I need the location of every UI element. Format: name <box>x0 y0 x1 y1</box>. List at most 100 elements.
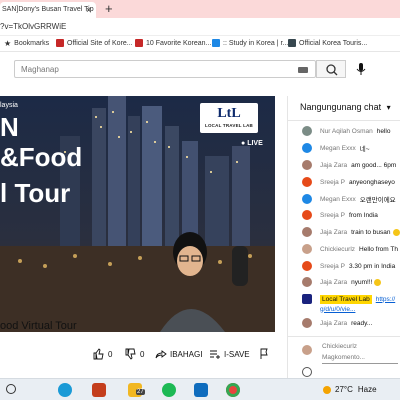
bookmarks-folder[interactable]: ★ Bookmarks <box>4 39 49 48</box>
bookmark-item[interactable]: Official Site of Kore... <box>56 39 133 47</box>
chat-text: nyum!!! <box>351 278 373 286</box>
chat-author[interactable]: Sreeja P <box>320 212 345 219</box>
chat-text: Hello from Th <box>359 245 398 253</box>
chat-message: Jaja Zara nyum!!! <box>302 275 382 289</box>
save-button[interactable]: I-SAVE <box>209 348 250 360</box>
url-text: ?v=TkOlvGRRWiE <box>0 22 67 31</box>
chat-author[interactable]: Nur Aqilah Osman <box>320 128 373 135</box>
bookmark-item[interactable]: 10 Favorite Korean... <box>135 39 211 47</box>
chat-message: Nur Aqilah Osman hello <box>302 124 390 138</box>
bookmark-label: :: Study in Korea | r... <box>223 39 289 47</box>
new-tab-button[interactable]: + <box>105 1 113 16</box>
live-badge: ● LIVE <box>241 140 263 147</box>
chat-author[interactable]: Megan Exxx <box>320 196 356 203</box>
video-overlay-title-line-3: l Tour <box>0 178 71 208</box>
avatar[interactable] <box>302 143 312 153</box>
spotify-icon[interactable] <box>162 383 176 397</box>
chat-author[interactable]: Jaja Zara <box>320 320 347 327</box>
avatar[interactable] <box>302 160 312 170</box>
dislike-button[interactable]: 0 <box>124 348 144 360</box>
dislike-count: 0 <box>140 349 145 359</box>
avatar[interactable] <box>302 126 312 136</box>
chat-message: Megan Exxx 네~ <box>302 141 370 155</box>
chat-message-continuation: g/d/u/0/vie... <box>320 302 355 316</box>
weather-widget[interactable]: 27°C Haze <box>323 385 377 394</box>
thumbs-up-icon <box>93 348 104 360</box>
chat-author[interactable]: Megan Exxx <box>320 145 356 152</box>
search-box[interactable]: Maghanap <box>14 60 316 78</box>
chat-author[interactable]: Jaja Zara <box>320 229 347 236</box>
chat-text: 오랜만이에요 <box>359 197 396 204</box>
bookmark-label: Bookmarks <box>14 40 50 47</box>
chat-text: train to busan <box>351 228 391 236</box>
chat-text: hello <box>376 127 391 135</box>
site-icon <box>288 39 296 47</box>
brand-text: LOCAL TRAVEL LAB <box>205 123 253 128</box>
search-icon[interactable] <box>6 384 16 394</box>
save-label: I-SAVE <box>224 349 250 359</box>
divider <box>288 120 400 121</box>
chat-filter-label: Nangungunang chat <box>300 102 382 112</box>
live-label: LIVE <box>247 140 263 147</box>
avatar[interactable] <box>302 194 312 204</box>
chevron-down-icon: ▾ <box>386 103 391 112</box>
screen: SAN]Dony's Busan Travel Tip × + ?v=TkOlv… <box>0 0 400 400</box>
thumbs-down-icon <box>125 348 136 360</box>
chat-author[interactable]: Sreeja P <box>320 263 345 270</box>
site-icon <box>212 39 220 47</box>
browser-tab[interactable]: SAN]Dony's Busan Travel Tip × <box>0 2 96 18</box>
like-button[interactable]: 0 <box>92 348 112 360</box>
add-to-playlist-icon <box>210 350 220 359</box>
close-tab-icon[interactable]: × <box>86 5 91 15</box>
chat-filter-dropdown[interactable]: Nangungunang chat ▾ <box>300 102 391 112</box>
notification-badge: 27 <box>136 389 145 395</box>
chat-input-area: Chickiecurlz Magkomento... <box>288 336 400 378</box>
mail-icon[interactable] <box>194 383 208 397</box>
chat-text: from India <box>348 211 378 219</box>
report-button[interactable] <box>258 348 270 360</box>
avatar[interactable] <box>302 261 312 271</box>
bookmark-label: Official Site of Kore... <box>67 39 133 47</box>
voice-search-button[interactable] <box>352 60 370 78</box>
site-icon <box>135 39 143 47</box>
chat-author[interactable]: Sreeja P <box>320 179 345 186</box>
emoji-icon[interactable] <box>302 367 312 377</box>
live-chat-panel: Nangungunang chat ▾ Nur Aqilah Osman hel… <box>287 96 400 378</box>
chat-link[interactable]: https:// <box>376 296 396 303</box>
sun-haze-icon <box>323 385 331 394</box>
avatar[interactable] <box>302 318 312 328</box>
channel-avatar[interactable] <box>302 294 312 304</box>
powerpoint-icon[interactable] <box>92 383 106 397</box>
search-input[interactable]: Maghanap <box>21 65 59 74</box>
chat-message: Sreeja P from India <box>302 208 378 222</box>
chat-text: 3.30 pm in India <box>348 262 396 270</box>
avatar[interactable] <box>302 227 312 237</box>
chat-message: Jaja Zara am good... 6pm <box>302 158 396 172</box>
chat-author[interactable]: Jaja Zara <box>320 162 347 169</box>
bookmarks-bar: ★ Bookmarks Official Site of Kore... 10 … <box>0 36 400 52</box>
avatar[interactable] <box>302 277 312 287</box>
share-button[interactable]: IBAHAGI <box>155 348 202 360</box>
bookmark-item[interactable]: :: Study in Korea | r... <box>212 39 288 47</box>
chat-input[interactable]: Magkomento... <box>322 354 398 364</box>
chat-author[interactable]: Jaja Zara <box>320 279 347 286</box>
chat-author[interactable]: Chickiecurlz <box>320 246 355 253</box>
avatar[interactable] <box>302 210 312 220</box>
avatar[interactable] <box>302 244 312 254</box>
star-icon: ★ <box>4 39 12 48</box>
avatar <box>302 345 312 355</box>
chat-text: ready... <box>351 319 373 327</box>
bookmark-item[interactable]: Official Korea Touris... <box>288 39 367 47</box>
chat-message: Jaja Zara ready... <box>302 316 372 330</box>
keyboard-icon[interactable] <box>298 67 308 73</box>
microphone-icon <box>356 63 366 75</box>
chat-link[interactable]: g/d/u/0/vie... <box>320 306 355 313</box>
address-bar[interactable]: ?v=TkOlvGRRWiE <box>0 18 400 36</box>
avatar[interactable] <box>302 177 312 187</box>
search-button[interactable] <box>316 60 346 78</box>
chrome-icon[interactable] <box>226 383 240 397</box>
edge-icon[interactable] <box>58 383 72 397</box>
video-overlay-title-line-1: N <box>0 112 19 142</box>
chat-text: anyeonghaseyo <box>348 178 395 186</box>
chat-message: Megan Exxx 오랜만이에요 <box>302 192 396 206</box>
